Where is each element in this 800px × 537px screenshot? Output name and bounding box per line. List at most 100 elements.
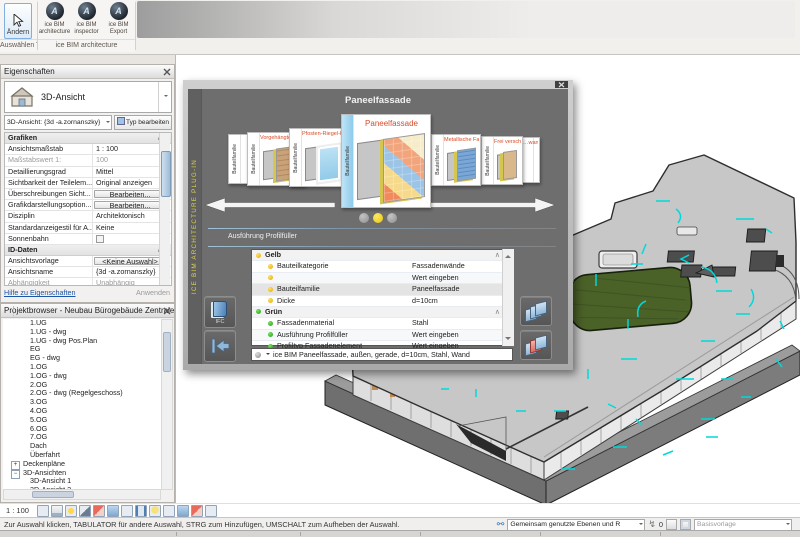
worksets-combo[interactable]: Gemeinsam genutzte Ebenen und R [507, 519, 645, 531]
design-options-icon[interactable] [680, 519, 691, 530]
plugin-button[interactable]: A ice BIM inspector [72, 1, 102, 41]
parameter-value[interactable]: ∧ [400, 250, 500, 260]
parameter-row[interactable]: Fassadenmaterial Stahl [252, 318, 512, 329]
property-row[interactable]: Sonnenbahn [5, 234, 171, 245]
property-row[interactable]: Detaillierungsgrad Mittel [5, 167, 171, 178]
view-instance-combo[interactable]: 3D-Ansicht: {3d -a.zornanszky} [4, 115, 112, 130]
property-row[interactable]: Überschreibungen Sicht... Bearbeiten... [5, 189, 171, 200]
back-button[interactable] [204, 330, 236, 362]
rendering-icon[interactable] [93, 505, 105, 517]
property-row[interactable]: Maßstabswert 1: 100 [5, 155, 171, 166]
tree-item[interactable]: 6.OG [3, 425, 163, 434]
plugin-button[interactable]: A ice BIM Export [104, 1, 134, 41]
show-crop-region-icon[interactable] [121, 505, 133, 517]
property-row[interactable]: Grafiken ∧ [5, 133, 171, 144]
editable-only-toggle[interactable] [666, 519, 677, 530]
properties-header[interactable]: Eigenschaften [1, 65, 174, 79]
tree-item[interactable]: 7.OG [3, 433, 163, 442]
parameter-row[interactable]: Bauteilkategorie Fassadenwände [252, 261, 512, 272]
project-browser-header[interactable]: Projektbrowser - Neubau Bürogebäude Zent… [1, 304, 174, 318]
properties-scrollbar[interactable] [159, 133, 170, 285]
view-scale-label[interactable]: 1 : 100 [6, 506, 29, 515]
facade-family-card[interactable]: Bauteilfamilie Metallische Fassaden… [431, 134, 481, 186]
tree-item[interactable]: 2.OG - dwg (Regelgeschoss) [3, 389, 163, 398]
parameter-row[interactable]: Ausführung Profilfüller Wert eingeben [252, 330, 512, 341]
temporary-hide-isolate-icon[interactable] [135, 505, 147, 517]
property-row[interactable]: Abhängigkeit Unabhängig [5, 278, 171, 286]
parameter-value[interactable]: ∧ [400, 307, 500, 317]
apply-button[interactable]: Anwenden [136, 286, 170, 299]
sun-path-icon[interactable] [65, 505, 77, 517]
tree-vertical-scrollbar[interactable] [161, 319, 173, 490]
tree-item[interactable]: −3D-Ansichten [3, 469, 163, 478]
parameter-row[interactable]: Grün ∧ [252, 307, 512, 318]
carousel-right-arrow[interactable] [425, 198, 555, 212]
tree-item[interactable]: 1.OG - dwg [3, 372, 163, 381]
modify-button[interactable]: Ändern [4, 3, 32, 39]
carousel-dot-active[interactable] [373, 213, 383, 223]
tree-item[interactable]: 1.UG - dwg Pos.Plan [3, 337, 163, 346]
property-row[interactable]: Ansichtsmaßstab 1 : 100 [5, 144, 171, 155]
type-selector[interactable]: 3D-Ansicht [4, 81, 172, 113]
tree-item[interactable]: 3.OG [3, 398, 163, 407]
tree-item[interactable]: 4.OG [3, 407, 163, 416]
facade-family-card[interactable]: Bauteilfamilie Pfosten-Riegel-Konst… [289, 128, 348, 187]
property-row[interactable]: ID-Daten ∧ [5, 245, 171, 256]
select-group-label[interactable]: Auswählen [0, 39, 37, 51]
property-row[interactable]: Grafikdarstellungsoption... Bearbeiten..… [5, 200, 171, 211]
property-row[interactable]: Sichtbarkeit der Teilelem... Original an… [5, 178, 171, 189]
carousel-left-arrow[interactable] [205, 198, 335, 212]
property-row[interactable]: Ansichtsname {3d -a.zornanszky} [5, 267, 171, 278]
reveal-constraints-icon[interactable] [191, 505, 203, 517]
crop-view-icon[interactable] [107, 505, 119, 517]
plugin-button[interactable]: A ice BIM architecture [40, 1, 70, 41]
ifc-export-button[interactable]: IFC [204, 296, 236, 328]
parameter-row[interactable]: Wert eingeben [252, 273, 512, 284]
detail-level-icon[interactable] [37, 505, 49, 517]
facade-family-card[interactable]: Bauteilfamilie Frei versch. Fass… [481, 136, 523, 185]
displace-elements-icon[interactable] [177, 505, 189, 517]
facade-family-card[interactable]: Bauteilfamilie [228, 134, 249, 184]
property-row[interactable]: Ansichtsvorlage <Keine Auswahl> [5, 256, 171, 267]
property-value[interactable]: Bearbeiten... [94, 201, 163, 209]
parameter-value[interactable]: Wert eingeben [412, 273, 500, 283]
design-option-combo[interactable]: Basisvorlage [694, 519, 792, 531]
tree-expand-icon[interactable]: − [11, 470, 20, 479]
shadows-icon[interactable] [79, 505, 91, 517]
parameter-value[interactable]: Stahl [412, 318, 500, 328]
reveal-hidden-elements-icon[interactable] [149, 505, 161, 517]
carousel-dot[interactable] [387, 213, 397, 223]
property-value[interactable]: Bearbeiten... [94, 190, 163, 198]
tree-item[interactable]: Dach [3, 442, 163, 451]
temporary-view-properties-icon[interactable] [163, 505, 175, 517]
parameter-value[interactable]: d=10cm [412, 296, 500, 306]
parameter-row[interactable]: Dicke d=10cm [252, 296, 512, 307]
parameter-row[interactable]: Gelb ∧ [252, 250, 512, 261]
tree-item[interactable]: 3D-Ansicht 1 [3, 477, 163, 486]
carousel-dot[interactable] [359, 213, 369, 223]
parameter-value[interactable]: Paneelfassade [412, 284, 500, 294]
visual-style-icon[interactable] [51, 505, 63, 517]
tree-item[interactable]: 1.OG [3, 363, 163, 372]
facade-family-card[interactable]: …wand [521, 137, 540, 183]
properties-help-link[interactable]: Hilfe zu Eigenschaften [4, 288, 76, 297]
chevron-down-icon[interactable] [158, 82, 171, 112]
panel-stack-button[interactable] [520, 296, 552, 326]
family-summary-bar[interactable]: ice BIM Paneelfassade, außen, gerade, d=… [251, 348, 513, 361]
property-value[interactable]: <Keine Auswahl> [94, 257, 163, 265]
tree-item[interactable]: EG - dwg [3, 354, 163, 363]
property-row[interactable]: Standardanzeigestil für A... Keine [5, 223, 171, 234]
edit-type-button[interactable]: Typ bearbeiten [114, 115, 172, 130]
facade-family-card[interactable]: Bauteilfamilie Paneelfassade [341, 114, 431, 208]
close-icon[interactable] [555, 81, 568, 88]
parameter-row[interactable]: Bauteilfamilie Paneelfassade [252, 284, 512, 295]
property-row[interactable]: Disziplin Architektonisch [5, 211, 171, 222]
tree-item[interactable]: 1.UG [3, 319, 163, 328]
tree-item[interactable]: EG [3, 345, 163, 354]
view-lock-icon[interactable] [205, 505, 217, 517]
parameter-value[interactable]: Wert eingeben [412, 330, 500, 340]
parameter-value[interactable]: Fassadenwände [412, 261, 500, 271]
close-icon[interactable] [162, 306, 172, 315]
panel-stack-highlight-button[interactable] [520, 330, 552, 360]
tree-horizontal-scrollbar[interactable] [3, 489, 161, 500]
